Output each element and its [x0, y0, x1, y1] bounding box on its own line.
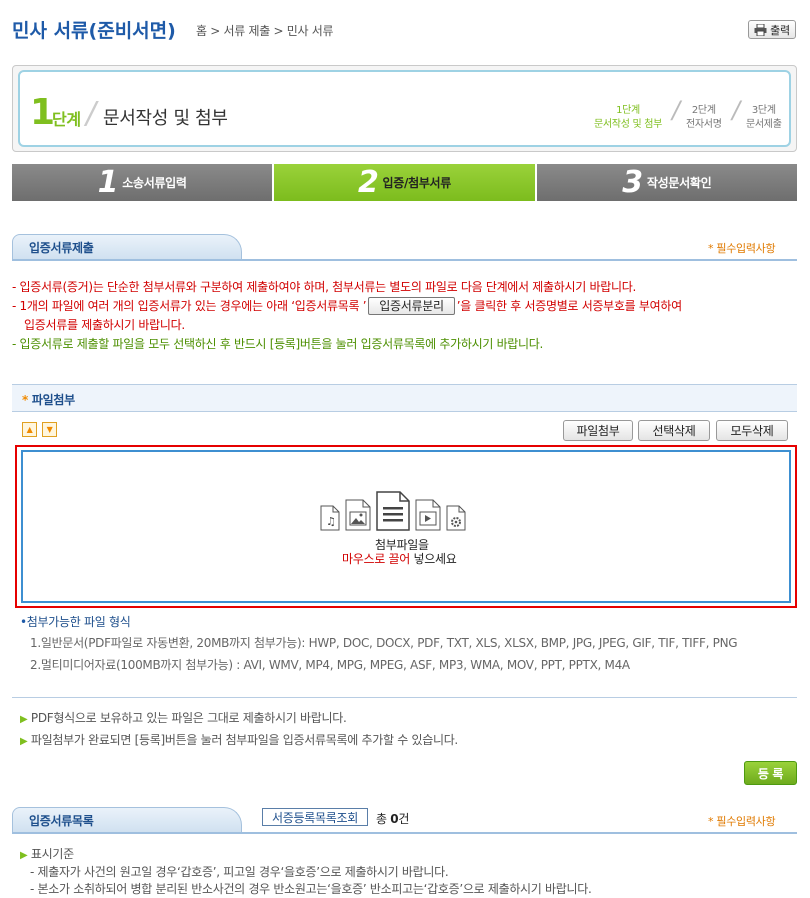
register-button[interactable]: 등 록 [744, 761, 797, 785]
tip-1-text: PDF형식으로 보유하고 있는 파일은 그대로 제출하시기 바랍니다. [30, 711, 347, 725]
total-count: 총 0건 [376, 810, 409, 827]
stage-word: 단계 [52, 110, 81, 129]
section-divider [12, 832, 797, 834]
stage-divider: / [86, 96, 96, 131]
tab-label: 입증/첨부서류 [382, 176, 452, 190]
notice-3: 입증서류를 제출하시기 바랍니다. [24, 318, 185, 332]
tab-label: 작성문서확인 [646, 176, 712, 190]
tip-1: ▶ PDF형식으로 보유하고 있는 파일은 그대로 제출하시기 바랍니다. [20, 708, 458, 730]
print-button[interactable]: 출력 [748, 20, 796, 39]
allowed-formats-title: •첨부가능한 파일 형식 [20, 614, 800, 631]
total-prefix: 총 [376, 812, 391, 826]
tab-case-input[interactable]: 1 소송서류입력 [12, 164, 273, 201]
section-divider [12, 259, 797, 261]
tab-number: 1 [97, 165, 119, 200]
format-multimedia: 2.멀티미디어자료(100MB까지 첨부가능) : AVI, WMV, MP4,… [30, 658, 630, 672]
section-evidence-submit: 입증서류제출 [12, 234, 242, 260]
tip-2-text: 파일첨부가 완료되면 [등록]버튼을 눌러 첨부파일을 입증서류목록에 추가할 … [30, 733, 458, 747]
audio-file-icon: ♫ [320, 505, 340, 531]
notice-2-b: ’을 클릭한 후 서증명별로 서증부호를 부여하여 [456, 299, 682, 313]
tab-label: 소송서류입력 [122, 176, 187, 190]
drop-instruction-emph: 마우스로 끌어 [342, 552, 410, 566]
notice-2: - 1개의 파일에 여러 개의 입증서류가 있는 경우에는 아래 ‘입증서류목록… [12, 297, 802, 316]
tips-list: ▶ PDF형식으로 보유하고 있는 파일은 그대로 제출하시기 바랍니다. ▶ … [20, 708, 458, 752]
mini-step-2-label: 전자서명 [686, 119, 722, 130]
mini-step-1-label: 문서작성 및 첨부 [594, 119, 663, 130]
bullet-star: * [22, 393, 28, 407]
printer-icon [754, 23, 767, 36]
format-general: 1.일반문서(PDF파일로 자동변환, 20MB까지 첨부가능): HWP, D… [30, 636, 738, 650]
image-file-icon [345, 499, 371, 531]
standard-1: - 제출자가 사건의 원고일 경우‘갑호증’, 피고일 경우‘을호증’으로 제출… [30, 865, 449, 879]
settings-file-icon [446, 505, 466, 531]
arrow-bullet-icon: ▶ [20, 736, 28, 747]
evidence-lookup-button[interactable]: 서증등록목록조회 [262, 808, 368, 826]
display-standard: ▶ 표시기준 - 제출자가 사건의 원고일 경우‘갑호증’, 피고일 경우‘을호… [20, 846, 592, 898]
standard-2: - 본소가 소취하되어 병합 분리된 반소사건의 경우 반소원고는‘을호증’ 반… [30, 882, 592, 896]
file-type-icons: ♫ [320, 491, 466, 531]
standard-title: ▶ 표시기준 [20, 846, 592, 864]
tab-number: 3 [622, 165, 643, 200]
bullet-dot: • [20, 615, 27, 629]
total-suffix: 건 [398, 812, 410, 826]
breadcrumb: 홈 > 서류 제출 > 민사 서류 [196, 24, 334, 38]
mini-step-1-num: 1단계 [616, 105, 640, 116]
tab-number: 2 [357, 165, 379, 200]
stage-number: 1 [30, 92, 55, 133]
page-title: 민사 서류(준비서면) [12, 20, 176, 42]
move-up-icon[interactable]: ▲ [22, 422, 37, 437]
split-evidence-button[interactable]: 입증서류분리 [368, 297, 455, 315]
video-file-icon [415, 499, 441, 531]
mini-step-1: 1단계문서작성 및 첨부 [594, 104, 662, 132]
drop-instruction-rest: 넣으세요 [409, 552, 457, 566]
allowed-formats: •첨부가능한 파일 형식 1.일반문서(PDF파일로 자동변환, 20MB까지 … [20, 614, 800, 674]
notice-list: - 입증서류(증거)는 단순한 첨부서류와 구분하여 제출하여야 하며, 첨부서… [12, 278, 802, 354]
drop-instruction-2: 마우스로 끌어 넣으세요 [342, 550, 457, 567]
file-attach-header: * 파일첨부 [12, 384, 797, 412]
notice-1: - 입증서류(증거)는 단순한 첨부서류와 구분하여 제출하여야 하며, 첨부서… [12, 280, 636, 294]
mini-step-3-num: 3단계 [751, 105, 776, 116]
file-attach-title: 파일첨부 [31, 393, 75, 407]
mini-step-3-label: 문서제출 [746, 119, 782, 130]
section-evidence-list: 입증서류목록 [12, 807, 242, 833]
mini-divider: / [672, 96, 680, 124]
mini-step-2: 2단계전자서명 [686, 104, 722, 132]
mini-step-2-num: 2단계 [691, 105, 716, 116]
step-tabs: 1 소송서류입력 2 입증/첨부서류 3 작성문서확인 [12, 164, 797, 201]
move-down-icon[interactable]: ▼ [42, 422, 57, 437]
standard-title-text: 표시기준 [30, 847, 74, 861]
mini-step-3: 3단계문서제출 [746, 104, 782, 132]
required-note: * 필수입력사항 [708, 242, 776, 255]
tip-2: ▶ 파일첨부가 완료되면 [등록]버튼을 눌러 첨부파일을 입증서류목록에 추가… [20, 730, 458, 752]
attach-file-button[interactable]: 파일첨부 [563, 420, 633, 441]
delete-selected-button[interactable]: 선택삭제 [638, 420, 710, 441]
arrow-bullet-icon: ▶ [20, 714, 28, 725]
required-note: * 필수입력사항 [708, 815, 776, 828]
stage-description: 문서작성 및 첨부 [103, 108, 228, 129]
section-divider [12, 697, 797, 698]
mini-divider: / [732, 96, 740, 124]
tab-confirm[interactable]: 3 작성문서확인 [536, 164, 797, 201]
notice-2-a: - 1개의 파일에 여러 개의 입증서류가 있는 경우에는 아래 ‘입증서류목록… [12, 299, 367, 313]
delete-all-button[interactable]: 모두삭제 [716, 420, 788, 441]
allowed-formats-title-text: 첨부가능한 파일 형식 [26, 615, 131, 629]
print-label: 출력 [770, 23, 790, 37]
arrow-bullet-icon: ▶ [20, 850, 28, 861]
tab-evidence[interactable]: 2 입증/첨부서류 [274, 164, 535, 201]
svg-text:♫: ♫ [326, 515, 336, 528]
document-file-icon [376, 491, 410, 531]
notice-4: - 입증서류로 제출할 파일을 모두 선택하신 후 반드시 [등록]버튼을 눌러… [12, 337, 544, 351]
